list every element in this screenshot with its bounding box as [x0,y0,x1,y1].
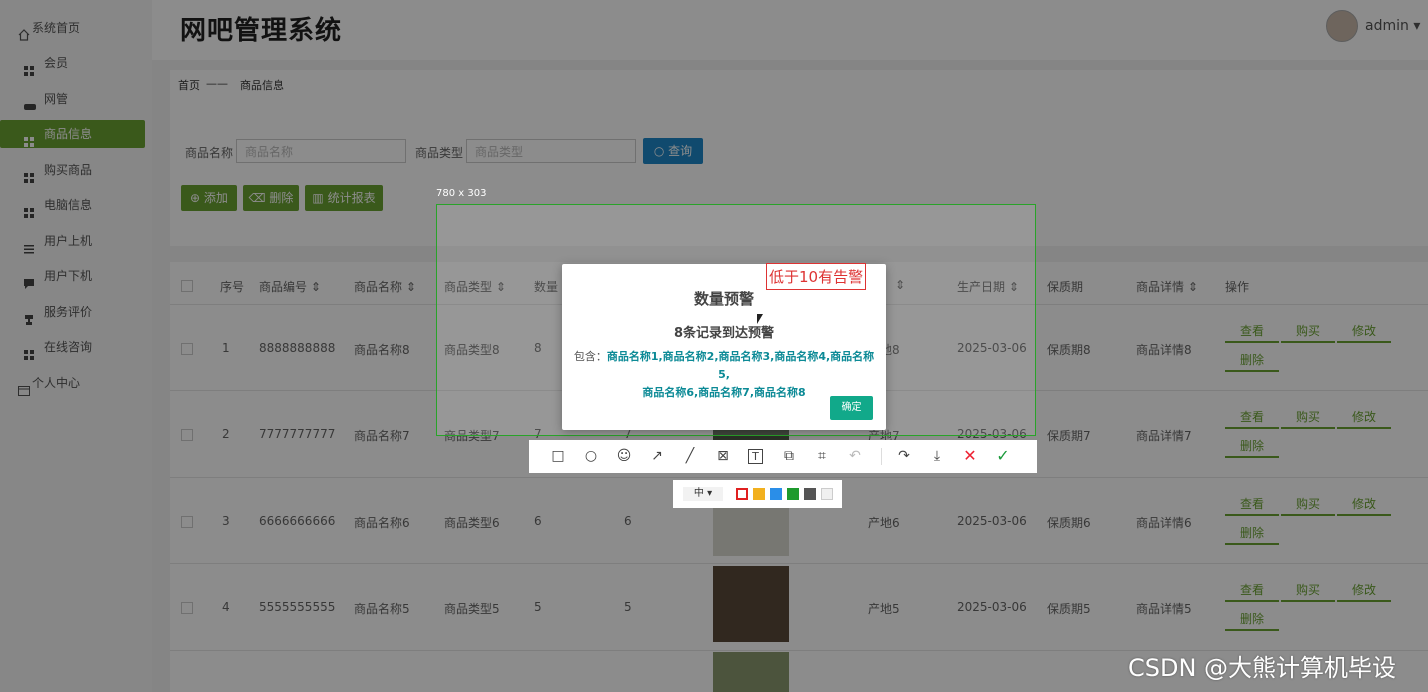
body-line-1: 商品名称1,商品名称2,商品名称3,商品名称4,商品名称5, [606,350,875,381]
toolbar-divider [881,448,882,465]
font-size-select[interactable]: 中 ▾ [683,487,723,501]
body-line-2: 商品名称6,商品名称7,商品名称8 [642,386,806,399]
rectangle-icon[interactable]: □ [550,448,566,464]
check-icon[interactable]: ✓ [995,448,1011,464]
color-swatch-red[interactable] [736,488,748,500]
color-swatch-green[interactable] [787,488,799,500]
watermark: CSDN @大熊计算机毕设 [1128,654,1397,682]
ocr-icon[interactable]: ⌗ [814,448,830,464]
ellipse-icon[interactable]: ○ [583,448,599,464]
pin-icon[interactable]: ⧉ [781,448,797,464]
color-picker-bar: 中 ▾ [673,480,842,508]
download-icon[interactable]: ⤓ [929,448,945,464]
arrow-icon[interactable]: ↗ [649,448,665,464]
color-swatch-gray[interactable] [804,488,816,500]
text-tool-icon[interactable]: T [748,449,763,464]
text-annotation[interactable]: 低于10有告警 [766,263,867,290]
emoji-icon[interactable]: ☺ [616,448,632,464]
color-swatch-white[interactable] [821,488,833,500]
dialog-subtitle: 8条记录到达预警 [673,326,775,341]
color-swatch-yellow[interactable] [753,488,765,500]
dialog-body: 包含：商品名称1,商品名称2,商品名称3,商品名称4,商品名称5, 商品名称6,… [572,348,876,402]
pen-icon[interactable]: ╱ [682,448,698,464]
cursor-icon [757,314,763,324]
mosaic-icon[interactable]: ⊠ [715,448,731,464]
share-icon[interactable]: ↷ [896,448,912,464]
dialog-title: 数量预警 [693,290,754,308]
close-icon[interactable]: ✕ [962,448,978,464]
confirm-button[interactable]: 确定 [830,396,873,420]
capture-toolbar: □ ○ ☺ ↗ ╱ ⊠ T ⧉ ⌗ ↶ ↷ ⤓ ✕ ✓ [529,440,1037,473]
body-prefix: 包含： [573,350,607,363]
selection-size-label: 780 x 303 [436,188,487,199]
color-swatch-blue[interactable] [770,488,782,500]
undo-icon[interactable]: ↶ [847,448,863,464]
